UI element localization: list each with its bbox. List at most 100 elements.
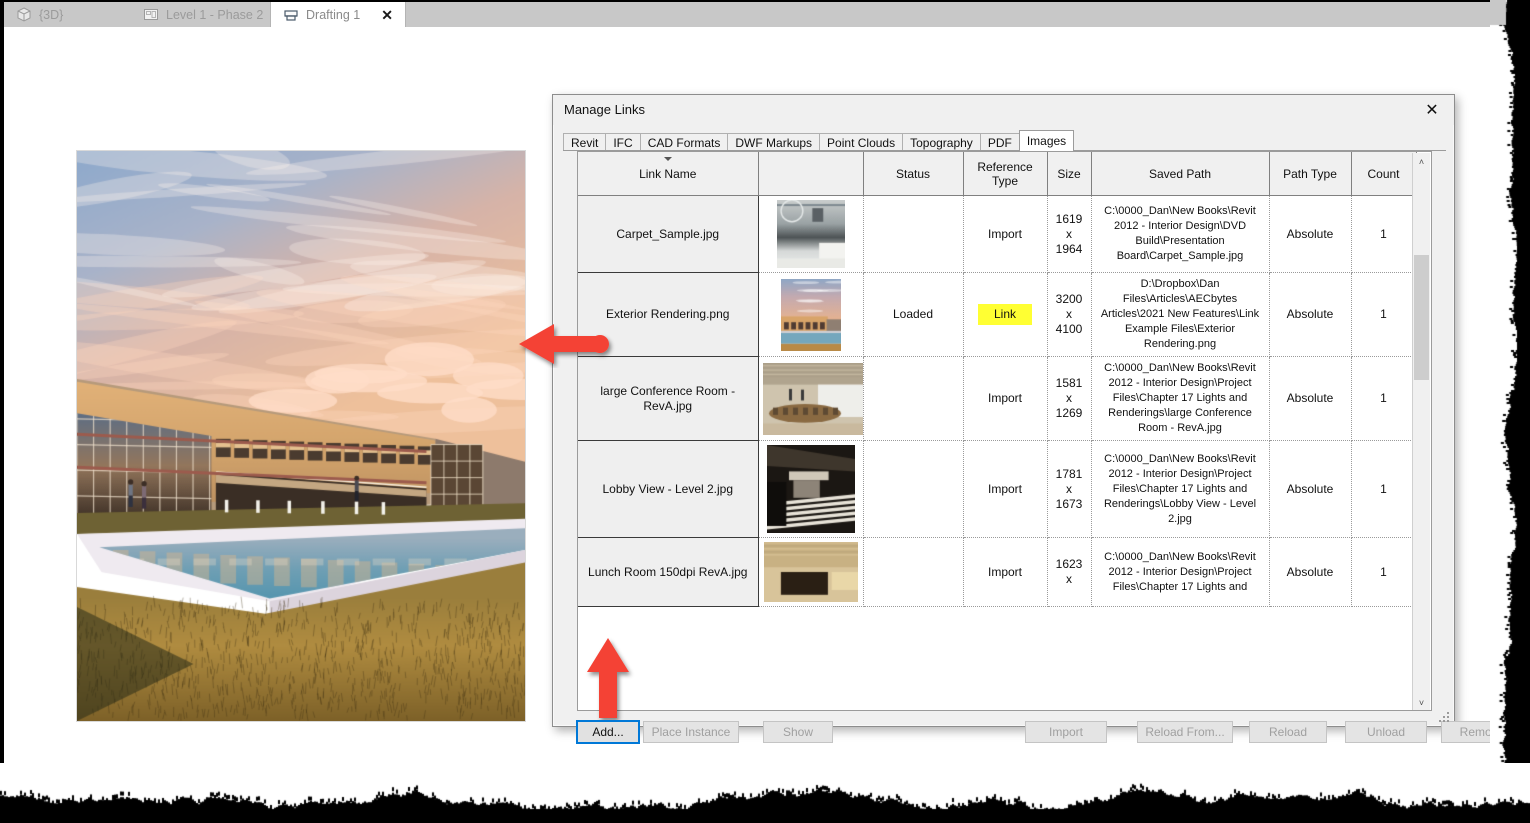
dialog-title: Manage Links <box>564 102 645 117</box>
cell-link-name[interactable]: Exterior Rendering.png <box>578 273 758 357</box>
cell-preview-thumbnail <box>758 273 863 357</box>
cell-count: 1 <box>1351 357 1416 441</box>
import-button: Import <box>1025 721 1107 743</box>
view-tab-label: {3D} <box>39 8 63 22</box>
table-header-row: Link Name StatusReference TypeSizeSaved P… <box>578 152 1416 196</box>
table-row[interactable]: Carpet_Sample.jpgImport1619 x 1964C:\000… <box>578 196 1416 273</box>
view-tab-label: Level 1 - Phase 2 <box>166 8 263 22</box>
resize-grip-icon[interactable] <box>1439 712 1451 724</box>
cell-link-name[interactable]: Carpet_Sample.jpg <box>578 196 758 273</box>
dialog-tab-label: CAD Formats <box>648 136 721 150</box>
cell-saved-path: C:\0000_Dan\New Books\Revit 2012 - Inter… <box>1091 357 1269 441</box>
scroll-up-icon[interactable]: ˄ <box>1413 153 1430 170</box>
cell-reference-type[interactable]: Import <box>963 357 1047 441</box>
cell-reference-type[interactable]: Import <box>963 441 1047 538</box>
cell-reference-type[interactable]: Import <box>963 538 1047 607</box>
dialog-tab-dwf-markups[interactable]: DWF Markups <box>727 133 820 151</box>
view-tab-label: Drafting 1 <box>306 8 360 22</box>
cell-reference-type[interactable]: Import <box>963 196 1047 273</box>
dialog-tab-label: Revit <box>571 136 598 150</box>
dialog-tab-label: Images <box>1027 134 1066 148</box>
table-row[interactable]: Lunch Room 150dpi RevA.jpgImport1623 xC:… <box>578 538 1416 607</box>
dialog-title-bar: Manage Links ✕ <box>553 95 1454 125</box>
column-header-preview[interactable] <box>758 152 863 196</box>
cell-saved-path: C:\0000_Dan\New Books\Revit 2012 - Inter… <box>1091 538 1269 607</box>
cell-size: 1781 x 1673 <box>1047 441 1091 538</box>
table-body: Carpet_Sample.jpgImport1619 x 1964C:\000… <box>578 196 1416 607</box>
exterior-rendering-image[interactable] <box>76 150 526 722</box>
scrollbar-thumb[interactable] <box>1414 255 1429 380</box>
cell-count: 1 <box>1351 441 1416 538</box>
column-header-link_name[interactable]: Link Name <box>578 152 758 196</box>
cube-icon <box>16 7 32 22</box>
table-row[interactable]: Exterior Rendering.png Loaded Link 3200 x 4… <box>578 273 1416 357</box>
cell-preview-thumbnail <box>758 357 863 441</box>
dialog-tab-topography[interactable]: Topography <box>902 133 981 151</box>
cell-status: Loaded <box>863 273 963 357</box>
cell-count: 1 <box>1351 538 1416 607</box>
vertical-scrollbar[interactable]: ˄ ˅ <box>1412 153 1430 711</box>
cell-path-type[interactable]: Absolute <box>1269 273 1351 357</box>
dialog-tab-label: DWF Markups <box>735 136 812 150</box>
cell-preview-thumbnail <box>758 441 863 538</box>
cell-count: 1 <box>1351 273 1416 357</box>
cell-path-type[interactable]: Absolute <box>1269 357 1351 441</box>
dialog-tab-label: Topography <box>910 136 973 150</box>
unload-button: Unload <box>1345 721 1427 743</box>
cell-path-type[interactable]: Absolute <box>1269 196 1351 273</box>
reload-button: Reload <box>1249 721 1327 743</box>
cell-status <box>863 357 963 441</box>
cell-count: 1 <box>1351 196 1416 273</box>
view-tab-3d[interactable]: {3D} <box>4 2 75 27</box>
view-tab-drafting-1[interactable]: Drafting 1 ✕ <box>270 2 406 28</box>
cell-status <box>863 441 963 538</box>
column-header-size[interactable]: Size <box>1047 152 1091 196</box>
cell-preview-thumbnail <box>758 538 863 607</box>
screenshot-root: {3D} Level 1 - Phase 2 Drafting 1 ✕ <box>0 0 1530 823</box>
torn-right-edge <box>1490 0 1530 823</box>
dialog-tab-strip: Revit IFC CAD Formats DWF Markups Point Clou… <box>563 133 1446 151</box>
cell-link-name[interactable]: large Conference Room - RevA.jpg <box>578 357 758 441</box>
view-tab-level-1-phase-2[interactable]: Level 1 - Phase 2 <box>131 2 275 27</box>
cell-status <box>863 538 963 607</box>
dialog-tab-label: IFC <box>613 136 632 150</box>
reload-from-button: Reload From... <box>1137 721 1233 743</box>
dialog-tab-images[interactable]: Images <box>1019 130 1074 151</box>
dialog-close-button[interactable]: ✕ <box>1414 97 1450 123</box>
dialog-tab-point-clouds[interactable]: Point Clouds <box>819 133 903 151</box>
column-header-count[interactable]: Count <box>1351 152 1416 196</box>
drafting-view-icon <box>283 8 299 23</box>
manage-links-dialog: Manage Links ✕ Revit IFC CAD Formats DWF Ma… <box>552 94 1455 727</box>
dialog-tab-label: Point Clouds <box>827 136 895 150</box>
dialog-tab-pdf[interactable]: PDF <box>980 133 1020 151</box>
scroll-down-icon[interactable]: ˅ <box>1413 694 1430 711</box>
cell-saved-path: D:\Dropbox\Dan Files\Articles\AECbytes A… <box>1091 273 1269 357</box>
links-table-container: Link Name StatusReference TypeSizeSaved P… <box>577 151 1432 711</box>
links-table: Link Name StatusReference TypeSizeSaved P… <box>578 152 1417 607</box>
reference-type-highlight: Link <box>978 304 1032 325</box>
column-header-reference_type[interactable]: Reference Type <box>963 152 1047 196</box>
dialog-tab-label: PDF <box>988 136 1012 150</box>
table-row[interactable]: large Conference Room - RevA.jpg Import15… <box>578 357 1416 441</box>
cell-size: 1581 x 1269 <box>1047 357 1091 441</box>
cell-link-name[interactable]: Lunch Room 150dpi RevA.jpg <box>578 538 758 607</box>
cell-path-type[interactable]: Absolute <box>1269 538 1351 607</box>
dialog-tab-cad-formats[interactable]: CAD Formats <box>640 133 729 151</box>
dialog-tab-revit[interactable]: Revit <box>563 133 606 151</box>
cell-link-name[interactable]: Lobby View - Level 2.jpg <box>578 441 758 538</box>
column-header-saved_path[interactable]: Saved Path <box>1091 152 1269 196</box>
cell-size: 1619 x 1964 <box>1047 196 1091 273</box>
column-header-path_type[interactable]: Path Type <box>1269 152 1351 196</box>
cell-preview-thumbnail <box>758 196 863 273</box>
column-header-status[interactable]: Status <box>863 152 963 196</box>
dialog-tab-ifc[interactable]: IFC <box>605 133 640 151</box>
place-instance-button: Place Instance <box>643 721 739 743</box>
cell-size: 3200 x 4100 <box>1047 273 1091 357</box>
add-button[interactable]: Add... <box>577 721 639 743</box>
cell-saved-path: C:\0000_Dan\New Books\Revit 2012 - Inter… <box>1091 441 1269 538</box>
close-icon[interactable]: ✕ <box>381 8 393 22</box>
cell-reference-type[interactable]: Link <box>963 273 1047 357</box>
table-row[interactable]: Lobby View - Level 2.jpg Import1781 x 167… <box>578 441 1416 538</box>
cell-path-type[interactable]: Absolute <box>1269 441 1351 538</box>
torn-bottom-edge <box>0 763 1530 823</box>
